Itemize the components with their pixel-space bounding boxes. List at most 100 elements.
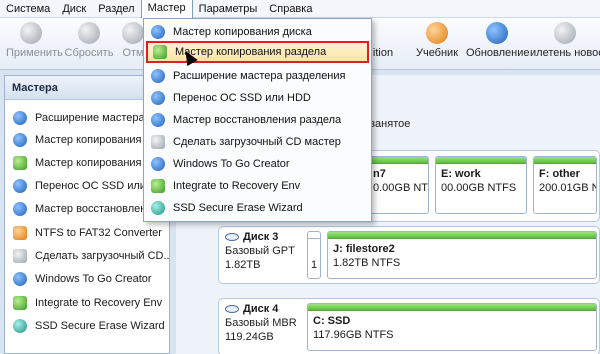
newsletter-label: илетень новос (530, 47, 600, 59)
wizard-item-ntfs-fat32[interactable]: NTFS to FAT32 Converter (13, 222, 169, 244)
migrate-label: ition (372, 47, 394, 59)
partition-info: 200.01GB NTFS (539, 182, 596, 194)
wizard-item-label: Мастер восстановлен (35, 203, 147, 215)
menu-partition[interactable]: Раздел (92, 0, 140, 18)
disk-title-label: Диск 4 (243, 303, 279, 315)
menu-item-label: Перенос ОС SSD или HDD (173, 92, 311, 104)
used-bar (308, 304, 596, 311)
partition-block[interactable]: J: filestore2 1.82TB NTFS (327, 231, 597, 279)
disk-size: 119.24GB (225, 331, 274, 343)
menu-item-disk-copy[interactable]: Мастер копирования диска (146, 21, 369, 43)
disk-copy-icon (13, 133, 27, 147)
wizard-item-label: Сделать загрузочный CD... (35, 250, 169, 262)
disk-copy-icon (151, 25, 165, 39)
erase-icon (151, 201, 165, 215)
wizard-item-windows-to-go[interactable]: Windows To Go Creator (13, 268, 169, 290)
book-icon (426, 22, 448, 44)
apply-icon (20, 22, 42, 44)
windows-icon (13, 272, 27, 286)
menu-bar: Система Диск Раздел Мастер Параметры Спр… (0, 0, 600, 18)
erase-icon (13, 319, 27, 333)
partition-block[interactable]: C: SSD 117.96GB NTFS (307, 303, 597, 351)
tutorial-button[interactable]: Учебник (414, 22, 460, 66)
menu-item-label: Integrate to Recovery Env (173, 180, 301, 192)
menu-item-label: Windows To Go Creator (173, 158, 290, 170)
undo-label: Отм (122, 47, 144, 59)
extend-icon (151, 69, 165, 83)
menu-item-restore[interactable]: Мастер восстановления раздела (146, 109, 369, 131)
wizard-item-label: Integrate to Recovery Env (35, 297, 163, 309)
apply-button[interactable]: Применить (6, 22, 63, 66)
wizard-item-ssd-erase[interactable]: SSD Secure Erase Wizard (13, 315, 169, 337)
used-bar (368, 157, 428, 164)
recovery-icon (13, 296, 27, 310)
menu-wizard[interactable]: Мастер (140, 0, 193, 18)
menu-disk[interactable]: Диск (56, 0, 92, 18)
mail-icon (554, 22, 576, 44)
status-text: занятое (370, 118, 411, 130)
wizard-item-bootable-cd[interactable]: Сделать загрузочный CD... (13, 245, 169, 267)
disk-row: Диск 3 Базовый GPT 1.82TB 1 J: filestore… (218, 226, 600, 284)
wizard-item-label: Расширение мастера (35, 112, 145, 124)
wizard-item-recovery-env[interactable]: Integrate to Recovery Env (13, 292, 169, 314)
migrate-button[interactable]: ition (368, 22, 398, 66)
disk-title: Диск 3 (225, 231, 305, 243)
menu-item-bootable-cd[interactable]: Сделать загрузочный CD мастер (146, 131, 369, 153)
partition-info: 1.82TB NTFS (333, 257, 401, 269)
partition-block[interactable]: E: work 00.00GB NTFS (435, 156, 527, 214)
menu-item-label: SSD Secure Erase Wizard (173, 202, 303, 214)
restore-icon (13, 202, 27, 216)
menu-item-os-migrate[interactable]: Перенос ОС SSD или HDD (146, 87, 369, 109)
restore-icon (151, 113, 165, 127)
wizard-item-label: Мастер копирования (35, 134, 142, 146)
bootable-cd-icon (13, 249, 27, 263)
menu-settings[interactable]: Параметры (193, 0, 264, 18)
extend-icon (13, 111, 27, 125)
menu-help[interactable]: Справка (263, 0, 318, 18)
partition-info: 00.00GB NTFS (441, 182, 517, 194)
partition-name: C: SSD (313, 315, 351, 327)
partition-name: F: other (539, 168, 580, 180)
used-bar (308, 232, 320, 239)
partition-block-small[interactable]: 1 (307, 231, 321, 279)
os-migrate-icon (151, 91, 165, 105)
update-label: Обновление (466, 47, 530, 59)
menu-item-recovery-env[interactable]: Integrate to Recovery Env (146, 175, 369, 197)
partition-block[interactable]: F: other 200.01GB NTFS (533, 156, 597, 214)
wizard-item-label: NTFS to FAT32 Converter (35, 227, 162, 239)
reset-button[interactable]: Сбросить (62, 22, 116, 66)
menu-item-ssd-erase[interactable]: SSD Secure Erase Wizard (146, 197, 369, 219)
disk-type: Базовый MBR (225, 317, 297, 329)
undo-button[interactable]: Отм (122, 22, 144, 66)
update-icon (486, 22, 508, 44)
reset-label: Сбросить (64, 47, 114, 59)
menu-item-label: Мастер копирования раздела (175, 46, 327, 58)
reset-icon (78, 22, 100, 44)
os-migrate-icon (13, 179, 27, 193)
bootable-cd-icon (151, 135, 165, 149)
partition-info: 117.96GB NTFS (313, 329, 394, 341)
apply-label: Применить (6, 47, 63, 59)
wizard-item-label: Windows To Go Creator (35, 273, 152, 285)
partition-info: 1 (311, 259, 318, 271)
disk-title: Диск 4 (225, 303, 305, 315)
update-button[interactable]: Обновление (466, 22, 530, 66)
wizard-item-label: SSD Secure Erase Wizard (35, 320, 165, 332)
newsletter-button[interactable]: илетень новос (530, 22, 600, 66)
used-bar (436, 157, 526, 164)
wizard-item-label: Мастер копирования (35, 157, 142, 169)
menu-item-partition-copy[interactable]: Мастер копирования раздела (146, 41, 369, 63)
menu-item-windows-to-go[interactable]: Windows To Go Creator (146, 153, 369, 175)
partition-block[interactable]: n7 0.00GB NTFS (367, 156, 429, 214)
menu-item-extend[interactable]: Расширение мастера разделения (146, 65, 369, 87)
disk-info[interactable]: Диск 3 Базовый GPT 1.82TB (225, 231, 305, 271)
wizard-dropdown-menu: Мастер копирования диска Мастер копирова… (143, 18, 372, 222)
menu-system[interactable]: Система (0, 0, 56, 18)
partition-name: n7 (373, 168, 386, 180)
disk-icon (225, 233, 239, 241)
used-bar (328, 232, 596, 239)
disk-size: 1.82TB (225, 259, 261, 271)
disk-row: Диск 4 Базовый MBR 119.24GB C: SSD 117.9… (218, 298, 600, 354)
wizard-item-label: Перенос ОС SSD или Н (35, 180, 157, 192)
disk-info[interactable]: Диск 4 Базовый MBR 119.24GB (225, 303, 305, 343)
